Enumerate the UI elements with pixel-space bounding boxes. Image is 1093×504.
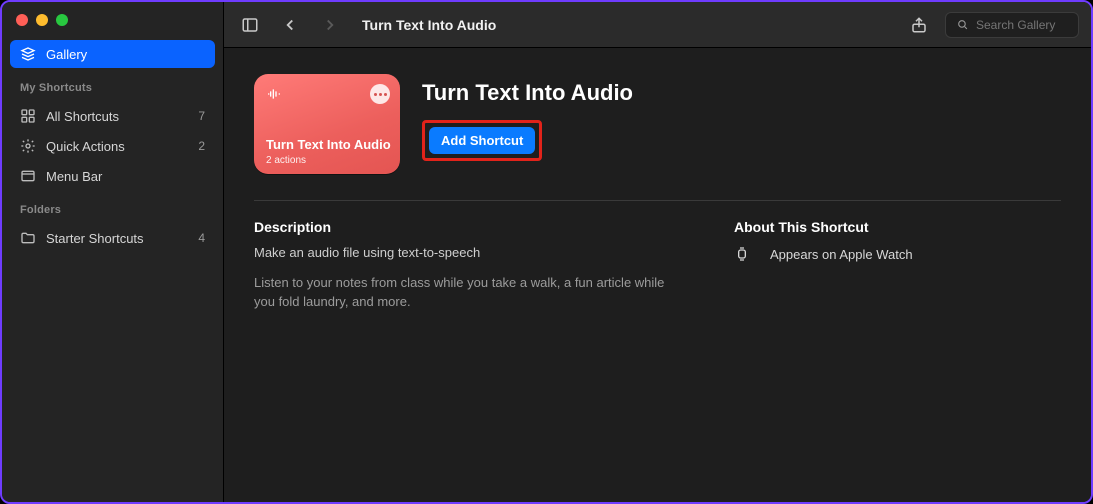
apple-watch-icon [734, 245, 750, 263]
toggle-sidebar-button[interactable] [236, 13, 264, 37]
sidebar-item-count: 4 [198, 231, 205, 245]
share-button[interactable] [905, 13, 933, 37]
sidebar-item-label: Starter Shortcuts [46, 231, 144, 246]
sidebar-item-label: Quick Actions [46, 139, 125, 154]
window-controls [2, 2, 223, 36]
zoom-window-button[interactable] [56, 14, 68, 26]
app-window: Gallery My Shortcuts All Shortcuts 7 Qui… [0, 0, 1093, 504]
hero-text: Turn Text Into Audio Add Shortcut [422, 74, 633, 161]
about-column: About This Shortcut Appears on Apple Wat… [734, 219, 913, 312]
sidebar-item-label: Gallery [46, 47, 87, 62]
shortcut-title: Turn Text Into Audio [422, 80, 633, 106]
page-title: Turn Text Into Audio [362, 17, 496, 33]
main-area: Turn Text Into Audio Turn Text Into [224, 2, 1091, 502]
card-title: Turn Text Into Audio [266, 137, 391, 152]
card-subtitle: 2 actions [266, 155, 306, 166]
search-input[interactable] [976, 18, 1070, 32]
about-feature-label: Appears on Apple Watch [770, 247, 913, 262]
toolbar: Turn Text Into Audio [224, 2, 1091, 48]
sidebar-item-menu-bar[interactable]: Menu Bar [10, 162, 215, 190]
sidebar-item-all-shortcuts[interactable]: All Shortcuts 7 [10, 102, 215, 130]
folder-icon [20, 230, 36, 246]
about-heading: About This Shortcut [734, 219, 913, 235]
waveform-icon [266, 86, 282, 102]
menubar-icon [20, 168, 36, 184]
add-shortcut-highlight: Add Shortcut [422, 120, 542, 161]
description-column: Description Make an audio file using tex… [254, 219, 674, 312]
about-feature-row: Appears on Apple Watch [734, 245, 913, 263]
content: Turn Text Into Audio 2 actions Turn Text… [224, 48, 1091, 502]
description-heading: Description [254, 219, 674, 235]
forward-button[interactable] [316, 13, 344, 37]
sidebar-item-count: 7 [198, 109, 205, 123]
sidebar-item-starter-shortcuts[interactable]: Starter Shortcuts 4 [10, 224, 215, 252]
search-field[interactable] [945, 12, 1079, 38]
gear-icon [20, 138, 36, 154]
sidebar-item-quick-actions[interactable]: Quick Actions 2 [10, 132, 215, 160]
hero: Turn Text Into Audio 2 actions Turn Text… [254, 74, 1061, 174]
sidebar-item-label: Menu Bar [46, 169, 102, 184]
stack-icon [20, 46, 36, 62]
sidebar-item-label: All Shortcuts [46, 109, 119, 124]
description-lede: Make an audio file using text-to-speech [254, 245, 674, 260]
divider [254, 200, 1061, 201]
back-button[interactable] [276, 13, 304, 37]
shortcut-card[interactable]: Turn Text Into Audio 2 actions [254, 74, 400, 174]
minimize-window-button[interactable] [36, 14, 48, 26]
description-body: Listen to your notes from class while yo… [254, 274, 674, 312]
add-shortcut-button[interactable]: Add Shortcut [429, 127, 535, 154]
detail-columns: Description Make an audio file using tex… [254, 219, 1061, 312]
card-more-button[interactable] [370, 84, 390, 104]
sidebar-section-my-shortcuts: My Shortcuts [2, 68, 223, 98]
sidebar-section-folders: Folders [2, 190, 223, 220]
sidebar-item-count: 2 [198, 139, 205, 153]
grid-icon [20, 108, 36, 124]
sidebar-item-gallery[interactable]: Gallery [10, 40, 215, 68]
close-window-button[interactable] [16, 14, 28, 26]
sidebar: Gallery My Shortcuts All Shortcuts 7 Qui… [2, 2, 224, 502]
search-icon [954, 17, 970, 33]
